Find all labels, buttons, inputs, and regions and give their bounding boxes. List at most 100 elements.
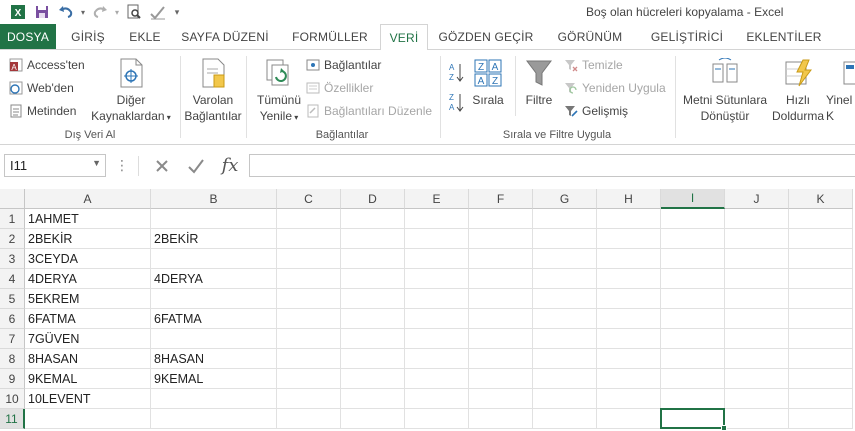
tab-data[interactable]: VERİ bbox=[380, 24, 428, 50]
cell-b5[interactable] bbox=[151, 289, 277, 309]
cell-g7[interactable] bbox=[533, 329, 597, 349]
cell-j7[interactable] bbox=[725, 329, 789, 349]
flash-fill-button[interactable]: Hızlı Doldurma bbox=[770, 56, 826, 124]
enter-icon[interactable] bbox=[179, 158, 213, 174]
cell-b4[interactable]: 4DERYA bbox=[151, 269, 277, 289]
cancel-icon[interactable] bbox=[145, 158, 179, 174]
cell-f9[interactable] bbox=[469, 369, 533, 389]
cell-c8[interactable] bbox=[277, 349, 341, 369]
cell-d11[interactable] bbox=[341, 409, 405, 429]
cell-i9[interactable] bbox=[661, 369, 725, 389]
tab-page-layout[interactable]: SAYFA DÜZENİ bbox=[170, 24, 280, 50]
cell-e4[interactable] bbox=[405, 269, 469, 289]
from-access-button[interactable]: A Access'ten bbox=[8, 55, 85, 75]
advanced-filter-button[interactable]: Gelişmiş bbox=[563, 101, 628, 121]
cell-j9[interactable] bbox=[725, 369, 789, 389]
cell-i4[interactable] bbox=[661, 269, 725, 289]
cell-h7[interactable] bbox=[597, 329, 661, 349]
cell-e1[interactable] bbox=[405, 209, 469, 229]
name-box-dropdown-icon[interactable]: ▼ bbox=[92, 158, 101, 168]
row-header-5[interactable]: 5 bbox=[0, 289, 25, 309]
existing-connections-button[interactable]: Varolan Bağlantılar bbox=[182, 56, 244, 124]
cell-b9[interactable]: 9KEMAL bbox=[151, 369, 277, 389]
filter-button[interactable]: Filtre bbox=[521, 56, 557, 108]
cell-e9[interactable] bbox=[405, 369, 469, 389]
other-sources-button[interactable]: Diğer Kaynaklardan ▾ bbox=[88, 56, 174, 126]
cell-g11[interactable] bbox=[533, 409, 597, 429]
cell-h9[interactable] bbox=[597, 369, 661, 389]
cell-c11[interactable] bbox=[277, 409, 341, 429]
cell-g9[interactable] bbox=[533, 369, 597, 389]
cell-j10[interactable] bbox=[725, 389, 789, 409]
column-header-e[interactable]: E bbox=[405, 189, 469, 209]
save-icon[interactable] bbox=[30, 2, 54, 22]
cell-h6[interactable] bbox=[597, 309, 661, 329]
cell-e10[interactable] bbox=[405, 389, 469, 409]
cell-f2[interactable] bbox=[469, 229, 533, 249]
fill-handle[interactable] bbox=[721, 425, 727, 431]
column-header-f[interactable]: F bbox=[469, 189, 533, 209]
refresh-all-button[interactable]: Tümünü Yenile ▾ bbox=[251, 56, 307, 126]
cell-j6[interactable] bbox=[725, 309, 789, 329]
cell-f3[interactable] bbox=[469, 249, 533, 269]
cell-b6[interactable]: 6FATMA bbox=[151, 309, 277, 329]
cell-c6[interactable] bbox=[277, 309, 341, 329]
cell-d5[interactable] bbox=[341, 289, 405, 309]
cell-f10[interactable] bbox=[469, 389, 533, 409]
cell-g2[interactable] bbox=[533, 229, 597, 249]
cell-k2[interactable] bbox=[789, 229, 853, 249]
remove-duplicates-button[interactable]: Yinel K bbox=[826, 56, 855, 124]
cell-c3[interactable] bbox=[277, 249, 341, 269]
cell-a3[interactable]: 3CEYDA bbox=[25, 249, 151, 269]
cell-b8[interactable]: 8HASAN bbox=[151, 349, 277, 369]
cell-c1[interactable] bbox=[277, 209, 341, 229]
undo-icon[interactable] bbox=[54, 2, 78, 22]
from-text-button[interactable]: Metinden bbox=[8, 101, 76, 121]
cell-b1[interactable] bbox=[151, 209, 277, 229]
cell-e8[interactable] bbox=[405, 349, 469, 369]
cell-e11[interactable] bbox=[405, 409, 469, 429]
cell-b11[interactable] bbox=[151, 409, 277, 429]
cell-g10[interactable] bbox=[533, 389, 597, 409]
cell-a1[interactable]: 1AHMET bbox=[25, 209, 151, 229]
cell-k10[interactable] bbox=[789, 389, 853, 409]
formula-bar-options-icon[interactable]: ⋮ bbox=[112, 157, 132, 174]
sort-az-button[interactable]: AZ bbox=[447, 62, 465, 84]
cell-b2[interactable]: 2BEKİR bbox=[151, 229, 277, 249]
row-header-4[interactable]: 4 bbox=[0, 269, 25, 289]
cell-e5[interactable] bbox=[405, 289, 469, 309]
column-header-i[interactable]: I bbox=[661, 189, 725, 209]
cell-h10[interactable] bbox=[597, 389, 661, 409]
cell-j8[interactable] bbox=[725, 349, 789, 369]
cell-i8[interactable] bbox=[661, 349, 725, 369]
row-header-7[interactable]: 7 bbox=[0, 329, 25, 349]
cell-g4[interactable] bbox=[533, 269, 597, 289]
row-header-10[interactable]: 10 bbox=[0, 389, 25, 409]
tab-addins[interactable]: EKLENTİLER bbox=[738, 24, 830, 50]
cell-d4[interactable] bbox=[341, 269, 405, 289]
cell-f8[interactable] bbox=[469, 349, 533, 369]
cell-k8[interactable] bbox=[789, 349, 853, 369]
row-header-6[interactable]: 6 bbox=[0, 309, 25, 329]
cell-i3[interactable] bbox=[661, 249, 725, 269]
cell-a10[interactable]: 10LEVENT bbox=[25, 389, 151, 409]
cell-k5[interactable] bbox=[789, 289, 853, 309]
sort-za-button[interactable]: ZA bbox=[447, 92, 465, 114]
print-preview-icon[interactable] bbox=[122, 2, 146, 22]
tab-view[interactable]: GÖRÜNÜM bbox=[544, 24, 636, 50]
cell-h1[interactable] bbox=[597, 209, 661, 229]
cell-k4[interactable] bbox=[789, 269, 853, 289]
cell-c7[interactable] bbox=[277, 329, 341, 349]
cell-c5[interactable] bbox=[277, 289, 341, 309]
cell-d10[interactable] bbox=[341, 389, 405, 409]
tab-home[interactable]: GİRİŞ bbox=[56, 24, 120, 50]
formula-input[interactable] bbox=[249, 154, 855, 177]
cell-e7[interactable] bbox=[405, 329, 469, 349]
cell-b10[interactable] bbox=[151, 389, 277, 409]
column-header-h[interactable]: H bbox=[597, 189, 661, 209]
column-header-g[interactable]: G bbox=[533, 189, 597, 209]
cell-a7[interactable]: 7GÜVEN bbox=[25, 329, 151, 349]
connections-button[interactable]: Bağlantılar bbox=[305, 55, 381, 75]
cell-a6[interactable]: 6FATMA bbox=[25, 309, 151, 329]
tab-review[interactable]: GÖZDEN GEÇİR bbox=[428, 24, 544, 50]
